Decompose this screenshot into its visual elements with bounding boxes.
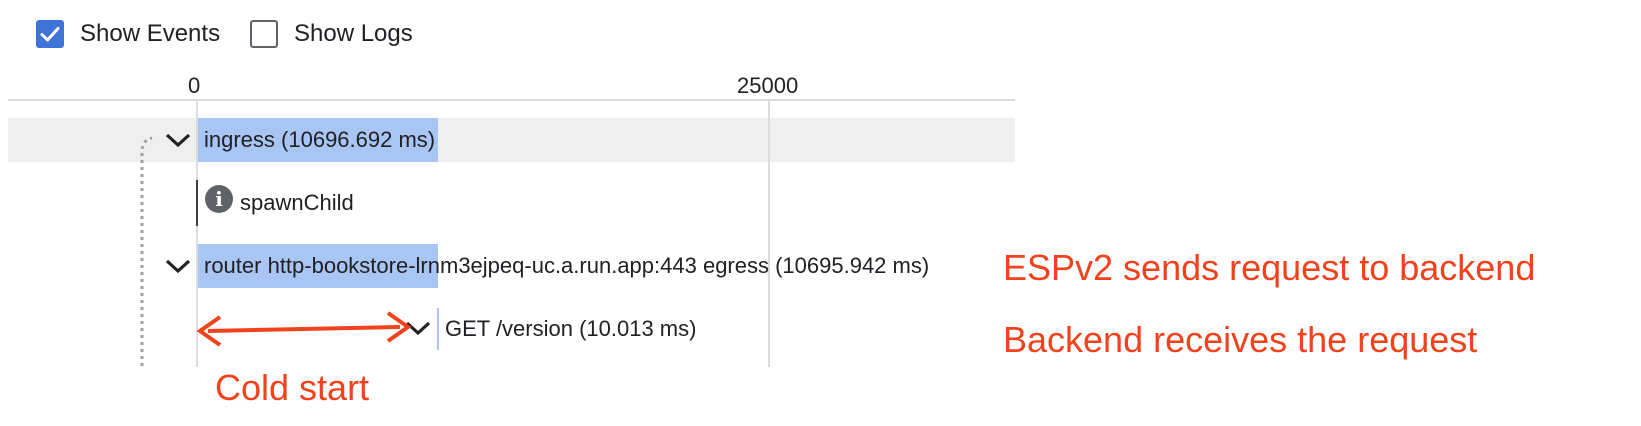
checkmark-icon [40, 27, 60, 42]
show-events-checkbox[interactable] [36, 20, 64, 48]
axis-line [8, 99, 1015, 101]
gridline-25000 [768, 101, 770, 367]
span-label-ingress[interactable]: ingress (10696.692 ms) [204, 126, 435, 154]
annotation-sends-request: ESPv2 sends request to backend [1003, 247, 1536, 288]
chevron-down-icon[interactable] [164, 130, 192, 150]
axis-tick-0: 0 [188, 73, 201, 98]
axis-tick-25000: 25000 [737, 73, 799, 98]
span-label-get-version[interactable]: GET /version (10.013 ms) [445, 315, 696, 343]
annotation-cold-start: Cold start [215, 367, 370, 408]
span-row-ingress[interactable] [8, 118, 1015, 162]
annotation-receives-request: Backend receives the request [1003, 319, 1478, 360]
show-logs-label[interactable]: Show Logs [294, 19, 413, 49]
event-marker [196, 180, 198, 226]
chevron-down-icon[interactable] [164, 256, 192, 276]
cold-start-arrow [196, 311, 412, 347]
dotted-connector [140, 136, 153, 366]
span-label-router[interactable]: router http-bookstore-lrnm3ejpeq-uc.a.ru… [204, 252, 929, 280]
show-logs-checkbox[interactable] [250, 20, 278, 48]
show-events-label[interactable]: Show Events [80, 19, 220, 49]
event-label-spawnchild[interactable]: spawnChild [240, 189, 354, 217]
span-bar-get-version[interactable] [437, 308, 439, 350]
info-icon[interactable]: i [205, 185, 233, 213]
